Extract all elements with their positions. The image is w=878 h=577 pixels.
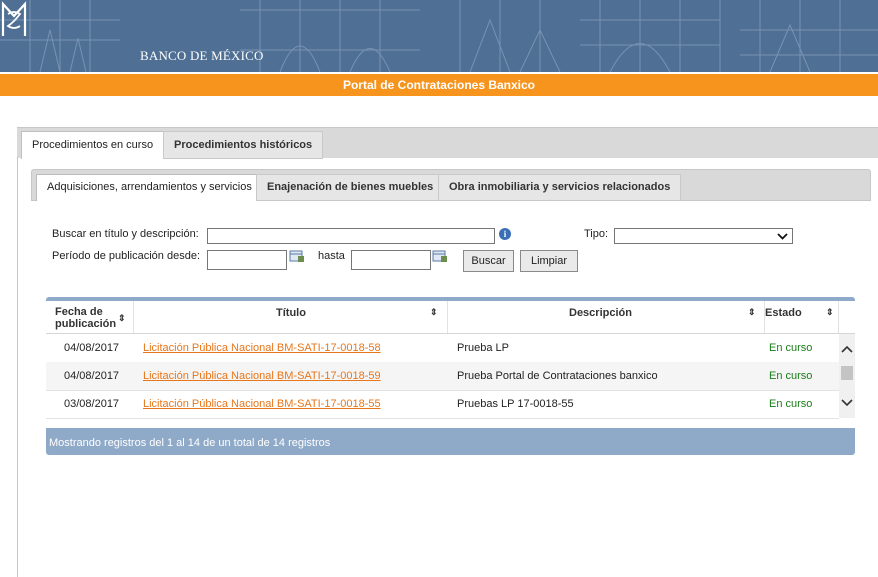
column-header-fecha[interactable]: Fecha de publicación ⇕ <box>46 301 134 333</box>
sort-icon: ⇕ <box>118 313 126 323</box>
table-footer-info: Mostrando registros del 1 al 14 de un to… <box>46 428 855 455</box>
row-descripcion: Prueba Portal de Contrataciones banxico <box>457 370 658 382</box>
row-fecha: 04/08/2017 <box>64 370 120 382</box>
column-header-titulo[interactable]: Título ⇕ <box>134 301 448 333</box>
tab-procedimientos-en-curso[interactable]: Procedimientos en curso <box>21 131 165 159</box>
row-fecha: 03/08/2017 <box>64 398 120 410</box>
banner-architecture-pattern <box>0 0 878 72</box>
results-table: Fecha de publicación ⇕ Título ⇕ Descripc… <box>46 297 855 455</box>
table-row: 04/08/2017 Licitación Pública Nacional B… <box>46 334 839 363</box>
row-titulo-link[interactable]: Licitación Pública Nacional BM-SATI-17-0… <box>143 342 381 354</box>
period-label: Período de publicación desde: <box>52 250 200 262</box>
row-descripcion: Prueba LP <box>457 342 509 354</box>
table-scrollbar[interactable] <box>839 334 855 418</box>
inner-tab-bar: Adquisiciones, arrendamientos y servicio… <box>31 169 871 201</box>
chevron-down-icon <box>777 227 788 248</box>
column-header-descripcion[interactable]: Descripción ⇕ <box>448 301 765 333</box>
row-estado: En curso <box>769 370 813 382</box>
limpiar-button[interactable]: Limpiar <box>520 250 578 272</box>
info-icon[interactable]: i <box>499 228 511 240</box>
table-row: 03/08/2017 Licitación Pública Nacional B… <box>46 390 839 419</box>
bank-logo-text: BANCO DE MÉXICO <box>140 48 264 63</box>
row-fecha: 04/08/2017 <box>64 342 120 354</box>
hasta-label: hasta <box>318 250 345 262</box>
tab-obra-inmobiliaria[interactable]: Obra inmobiliaria y servicios relacionad… <box>438 174 682 201</box>
header-banner: BANCO DE MÉXICO <box>0 0 878 72</box>
portal-title: Portal de Contrataciones Banxico <box>0 74 878 96</box>
tipo-select[interactable] <box>614 228 793 244</box>
tipo-label: Tipo: <box>584 228 609 240</box>
desde-date-input[interactable] <box>207 250 287 270</box>
row-estado: En curso <box>769 398 813 410</box>
search-input[interactable] <box>207 228 495 244</box>
row-estado: En curso <box>769 342 813 354</box>
chevron-up-icon[interactable] <box>841 344 853 356</box>
tab-enajenacion[interactable]: Enajenación de bienes muebles <box>256 174 445 201</box>
tab-adquisiciones[interactable]: Adquisiciones, arrendamientos y servicio… <box>36 174 263 201</box>
outer-tab-bar: Procedimientos en curso Procedimientos h… <box>17 127 878 159</box>
hasta-date-input[interactable] <box>351 250 431 270</box>
table-row: 04/08/2017 Licitación Pública Nacional B… <box>46 362 839 391</box>
search-label: Buscar en título y descripción: <box>52 228 199 240</box>
sort-icon: ⇕ <box>826 307 834 317</box>
row-descripcion: Pruebas LP 17-0018-55 <box>457 398 574 410</box>
sort-icon: ⇕ <box>430 307 438 317</box>
buscar-button[interactable]: Buscar <box>463 250 514 272</box>
calendar-icon[interactable] <box>289 249 305 263</box>
sort-icon: ⇕ <box>748 307 756 317</box>
row-titulo-link[interactable]: Licitación Pública Nacional BM-SATI-17-0… <box>143 398 381 410</box>
chevron-down-icon[interactable] <box>841 396 853 408</box>
column-header-estado[interactable]: Estado ⇕ <box>765 301 839 333</box>
scrollbar-thumb[interactable] <box>841 366 853 380</box>
table-header: Fecha de publicación ⇕ Título ⇕ Descripc… <box>46 301 855 334</box>
calendar-icon[interactable] <box>432 249 448 263</box>
tab-procedimientos-historicos[interactable]: Procedimientos históricos <box>163 131 324 159</box>
bank-logo-icon <box>1 1 27 36</box>
row-titulo-link[interactable]: Licitación Pública Nacional BM-SATI-17-0… <box>143 370 381 382</box>
